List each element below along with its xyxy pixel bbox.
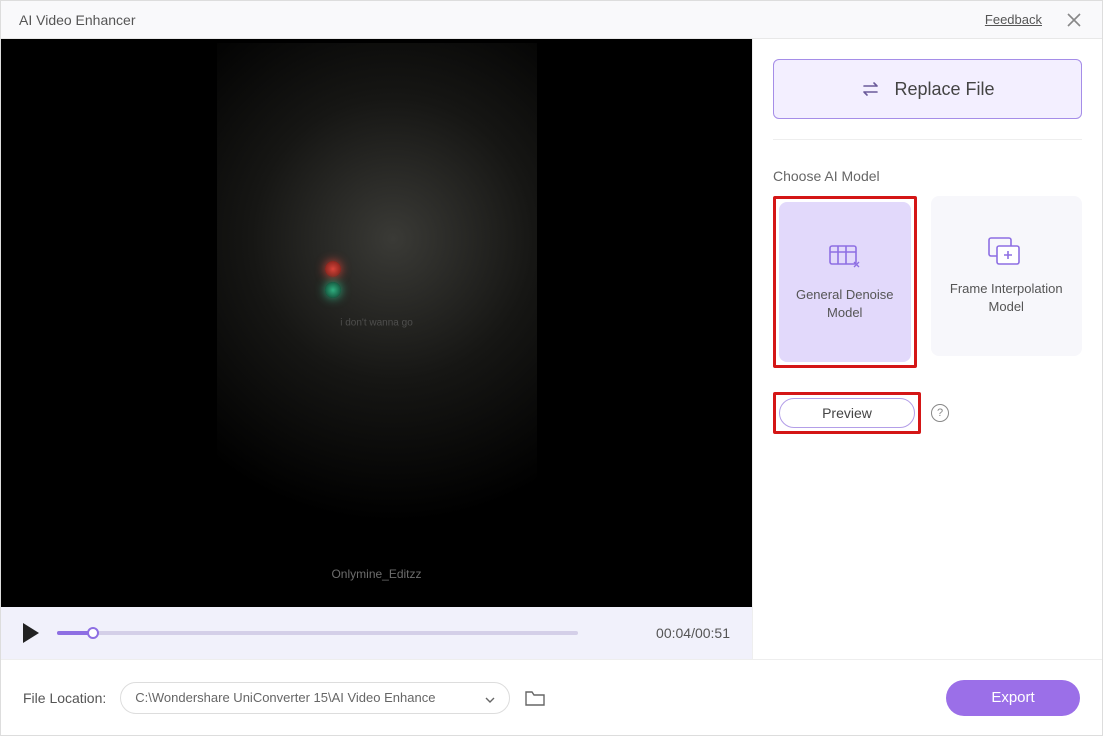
video-preview[interactable]: i don't wanna go Onlymine_Editzz	[1, 39, 752, 607]
interpolation-icon	[987, 236, 1025, 266]
model-label: General Denoise Model	[789, 286, 901, 322]
model-frame-interpolation[interactable]: Frame Interpolation Model	[931, 196, 1083, 356]
preview-label: Preview	[822, 405, 872, 421]
highlight-selected-model: General Denoise Model	[773, 196, 917, 368]
choose-model-label: Choose AI Model	[773, 168, 1082, 184]
seek-slider[interactable]	[57, 631, 578, 635]
file-location-path: C:\Wondershare UniConverter 15\AI Video …	[135, 690, 435, 705]
app-window: AI Video Enhancer Feedback i don't wanna…	[0, 0, 1103, 736]
export-button[interactable]: Export	[946, 680, 1080, 716]
video-caption: i don't wanna go	[340, 318, 413, 329]
folder-icon[interactable]	[524, 689, 546, 707]
preview-row: Preview ?	[773, 392, 1082, 434]
footer-bar: File Location: C:\Wondershare UniConvert…	[1, 659, 1102, 735]
file-location-select[interactable]: C:\Wondershare UniConverter 15\AI Video …	[120, 682, 510, 714]
titlebar: AI Video Enhancer Feedback	[1, 1, 1102, 39]
window-title: AI Video Enhancer	[19, 12, 985, 28]
file-location-label: File Location:	[23, 690, 106, 706]
body: i don't wanna go Onlymine_Editzz 00:04/0…	[1, 39, 1102, 659]
left-pane: i don't wanna go Onlymine_Editzz 00:04/0…	[1, 39, 752, 659]
model-general-denoise[interactable]: General Denoise Model	[779, 202, 911, 362]
video-watermark: Onlymine_Editzz	[331, 567, 421, 581]
help-icon[interactable]: ?	[931, 404, 949, 422]
preview-button[interactable]: Preview	[779, 398, 915, 428]
swap-icon	[860, 81, 882, 97]
highlight-preview: Preview	[773, 392, 921, 434]
replace-file-label: Replace File	[894, 79, 994, 100]
video-frame: i don't wanna go Onlymine_Editzz	[217, 43, 537, 603]
model-grid: General Denoise Model Frame Interpolatio…	[773, 196, 1082, 368]
feedback-link[interactable]: Feedback	[985, 12, 1042, 27]
traffic-light-graphic	[325, 256, 349, 304]
player-controls: 00:04/00:51	[1, 607, 752, 659]
close-icon[interactable]	[1064, 10, 1084, 30]
denoise-icon	[826, 242, 864, 272]
model-label: Frame Interpolation Model	[941, 280, 1073, 316]
replace-file-button[interactable]: Replace File	[773, 59, 1082, 119]
time-display: 00:04/00:51	[656, 625, 730, 641]
seek-thumb[interactable]	[87, 627, 99, 639]
right-panel: Replace File Choose AI Model General Den…	[752, 39, 1102, 659]
play-icon[interactable]	[23, 623, 39, 643]
export-label: Export	[991, 689, 1034, 706]
chevron-down-icon	[485, 693, 495, 703]
